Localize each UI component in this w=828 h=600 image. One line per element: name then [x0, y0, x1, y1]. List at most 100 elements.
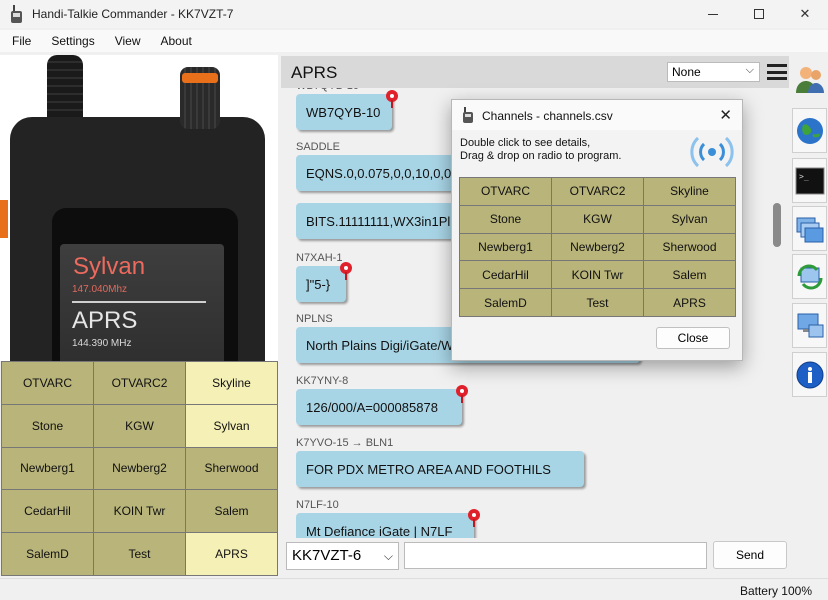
network-icon [797, 313, 823, 337]
knob-accent [182, 73, 218, 83]
dialog-channel-button[interactable]: CedarHil [460, 261, 551, 289]
dialog-title-bar[interactable]: Channels - channels.csv ✕ [452, 100, 742, 130]
sync-button[interactable] [792, 254, 827, 299]
screen-freq-a: 147.040Mhz [72, 284, 128, 295]
users-icon [795, 66, 824, 93]
channel-grid: OTVARC OTVARC2 Skyline Stone KGW Sylvan Newber… [1, 361, 278, 576]
menu-file[interactable]: File [0, 34, 39, 48]
screen-freq-b: 144.390 MHz [72, 338, 132, 349]
message-sender: NPLNS [296, 313, 333, 325]
channel-button[interactable]: Stone [2, 404, 93, 447]
menu-bar: File Settings View About [0, 30, 828, 52]
title-bar: Handi-Talkie Commander - KK7VZT-7 ✕ [0, 0, 828, 28]
menu-about[interactable]: About [149, 34, 200, 48]
message-input[interactable] [404, 542, 707, 569]
station-value: KK7VZT-6 [292, 547, 362, 564]
menu-view[interactable]: View [103, 34, 149, 48]
dialog-channel-button[interactable]: KGW [552, 205, 643, 233]
svg-text:>_: >_ [799, 172, 809, 181]
send-button[interactable]: Send [713, 541, 787, 569]
dialog-channel-grid: OTVARC OTVARC2 Skyline Stone KGW Sylvan Newber… [459, 177, 736, 317]
dialog-channel-button[interactable]: Newberg2 [552, 233, 643, 261]
network-button[interactable] [792, 303, 827, 348]
terminal-button[interactable]: >_ [792, 158, 827, 203]
dialog-channel-button[interactable]: Salem [644, 261, 735, 289]
dialog-channel-button[interactable]: Sherwood [644, 233, 735, 261]
message-sender: SADDLE [296, 141, 341, 153]
aprs-filter-value: None [672, 65, 701, 79]
channel-button[interactable]: Sherwood [186, 447, 277, 490]
chevron-down-icon: ⌵ [745, 64, 754, 76]
channel-button[interactable]: Salem [186, 490, 277, 533]
map-pin-icon[interactable] [386, 90, 398, 108]
channel-button[interactable]: Sylvan [186, 404, 277, 447]
dialog-channel-button[interactable]: Stone [460, 205, 551, 233]
minimize-icon [708, 13, 718, 15]
message-scrollbar[interactable] [771, 88, 789, 538]
dialog-channel-button[interactable]: Sylvan [644, 205, 735, 233]
dialog-channel-button[interactable]: SalemD [460, 289, 551, 316]
chevron-down-icon: ⌵ [383, 549, 393, 563]
dialog-title: Channels - channels.csv [482, 109, 613, 123]
dialog-channel-button[interactable]: APRS [644, 289, 735, 316]
channels-dialog: Channels - channels.csv ✕ Double click t… [451, 99, 743, 361]
close-icon[interactable]: ✕ [719, 106, 732, 124]
dialog-close-button[interactable]: Close [656, 327, 730, 349]
info-icon [796, 361, 823, 388]
scrollbar-thumb[interactable] [773, 203, 781, 247]
globe-icon [796, 117, 823, 144]
sync-icon [797, 264, 822, 289]
channel-button[interactable]: KGW [94, 404, 185, 447]
message-sender: K7YVO-15 → BLN1 [296, 437, 394, 449]
map-pin-icon[interactable] [456, 385, 468, 403]
dialog-channel-button[interactable]: OTVARC2 [552, 178, 643, 205]
screen-divider [72, 301, 206, 303]
message-sender: N7LF-10 [296, 499, 339, 511]
message-sender: WB7QYB-10 [296, 88, 359, 92]
channel-button[interactable]: OTVARC2 [94, 362, 185, 404]
channel-button[interactable]: Newberg2 [94, 447, 185, 490]
channel-button[interactable]: CedarHil [2, 490, 93, 533]
windows-icon [796, 217, 823, 242]
users-button[interactable] [792, 56, 827, 101]
channel-button[interactable]: OTVARC [2, 362, 93, 404]
radio-app-icon [10, 5, 24, 23]
dialog-help-line2: Drag & drop on radio to program. [460, 150, 622, 162]
hamburger-menu-icon[interactable] [767, 64, 787, 80]
channel-button[interactable]: Skyline [186, 362, 277, 404]
battery-status: Battery 100% [739, 584, 812, 598]
dialog-channel-button[interactable]: OTVARC [460, 178, 551, 205]
info-button[interactable] [792, 352, 827, 397]
side-accent [0, 200, 8, 238]
close-window-button[interactable]: ✕ [782, 0, 828, 28]
menu-settings[interactable]: Settings [39, 34, 102, 48]
station-select[interactable]: KK7VZT-6 ⌵ [286, 542, 399, 570]
terminal-icon: >_ [795, 167, 824, 194]
map-pin-icon[interactable] [468, 509, 480, 527]
aprs-filter-select[interactable]: None ⌵ [667, 62, 760, 82]
message-bubble[interactable]: Mt Defiance iGate | N7LF [296, 513, 474, 538]
channel-button[interactable]: Test [94, 533, 185, 575]
maximize-button[interactable] [736, 0, 782, 28]
channel-button[interactable]: KOIN Twr [94, 490, 185, 533]
dialog-channel-button[interactable]: Skyline [644, 178, 735, 205]
map-pin-icon[interactable] [340, 262, 352, 280]
message-bubble[interactable]: WB7QYB-10 [296, 94, 392, 130]
channel-button[interactable]: SalemD [2, 533, 93, 575]
message-sender: N7XAH-1 [296, 252, 343, 264]
channel-button[interactable]: Newberg1 [2, 447, 93, 490]
dialog-channel-button[interactable]: Newberg1 [460, 233, 551, 261]
message-bubble[interactable]: ]"5-} [296, 266, 346, 302]
compose-bar: KK7VZT-6 ⌵ Send [281, 538, 789, 574]
radio-image-panel[interactable]: Sylvan 147.040Mhz APRS 144.390 MHz [0, 55, 278, 361]
globe-button[interactable] [792, 108, 827, 153]
message-bubble[interactable]: FOR PDX METRO AREA AND FOOTHILS [296, 451, 584, 487]
message-sender: KK7YNY-8 [296, 375, 349, 387]
minimize-button[interactable] [690, 0, 736, 28]
channel-button[interactable]: APRS [186, 533, 277, 575]
tool-strip: >_ [789, 56, 828, 576]
dialog-channel-button[interactable]: Test [552, 289, 643, 316]
windows-button[interactable] [792, 206, 827, 251]
message-bubble[interactable]: 126/000/A=000085878 [296, 389, 462, 425]
dialog-channel-button[interactable]: KOIN Twr [552, 261, 643, 289]
